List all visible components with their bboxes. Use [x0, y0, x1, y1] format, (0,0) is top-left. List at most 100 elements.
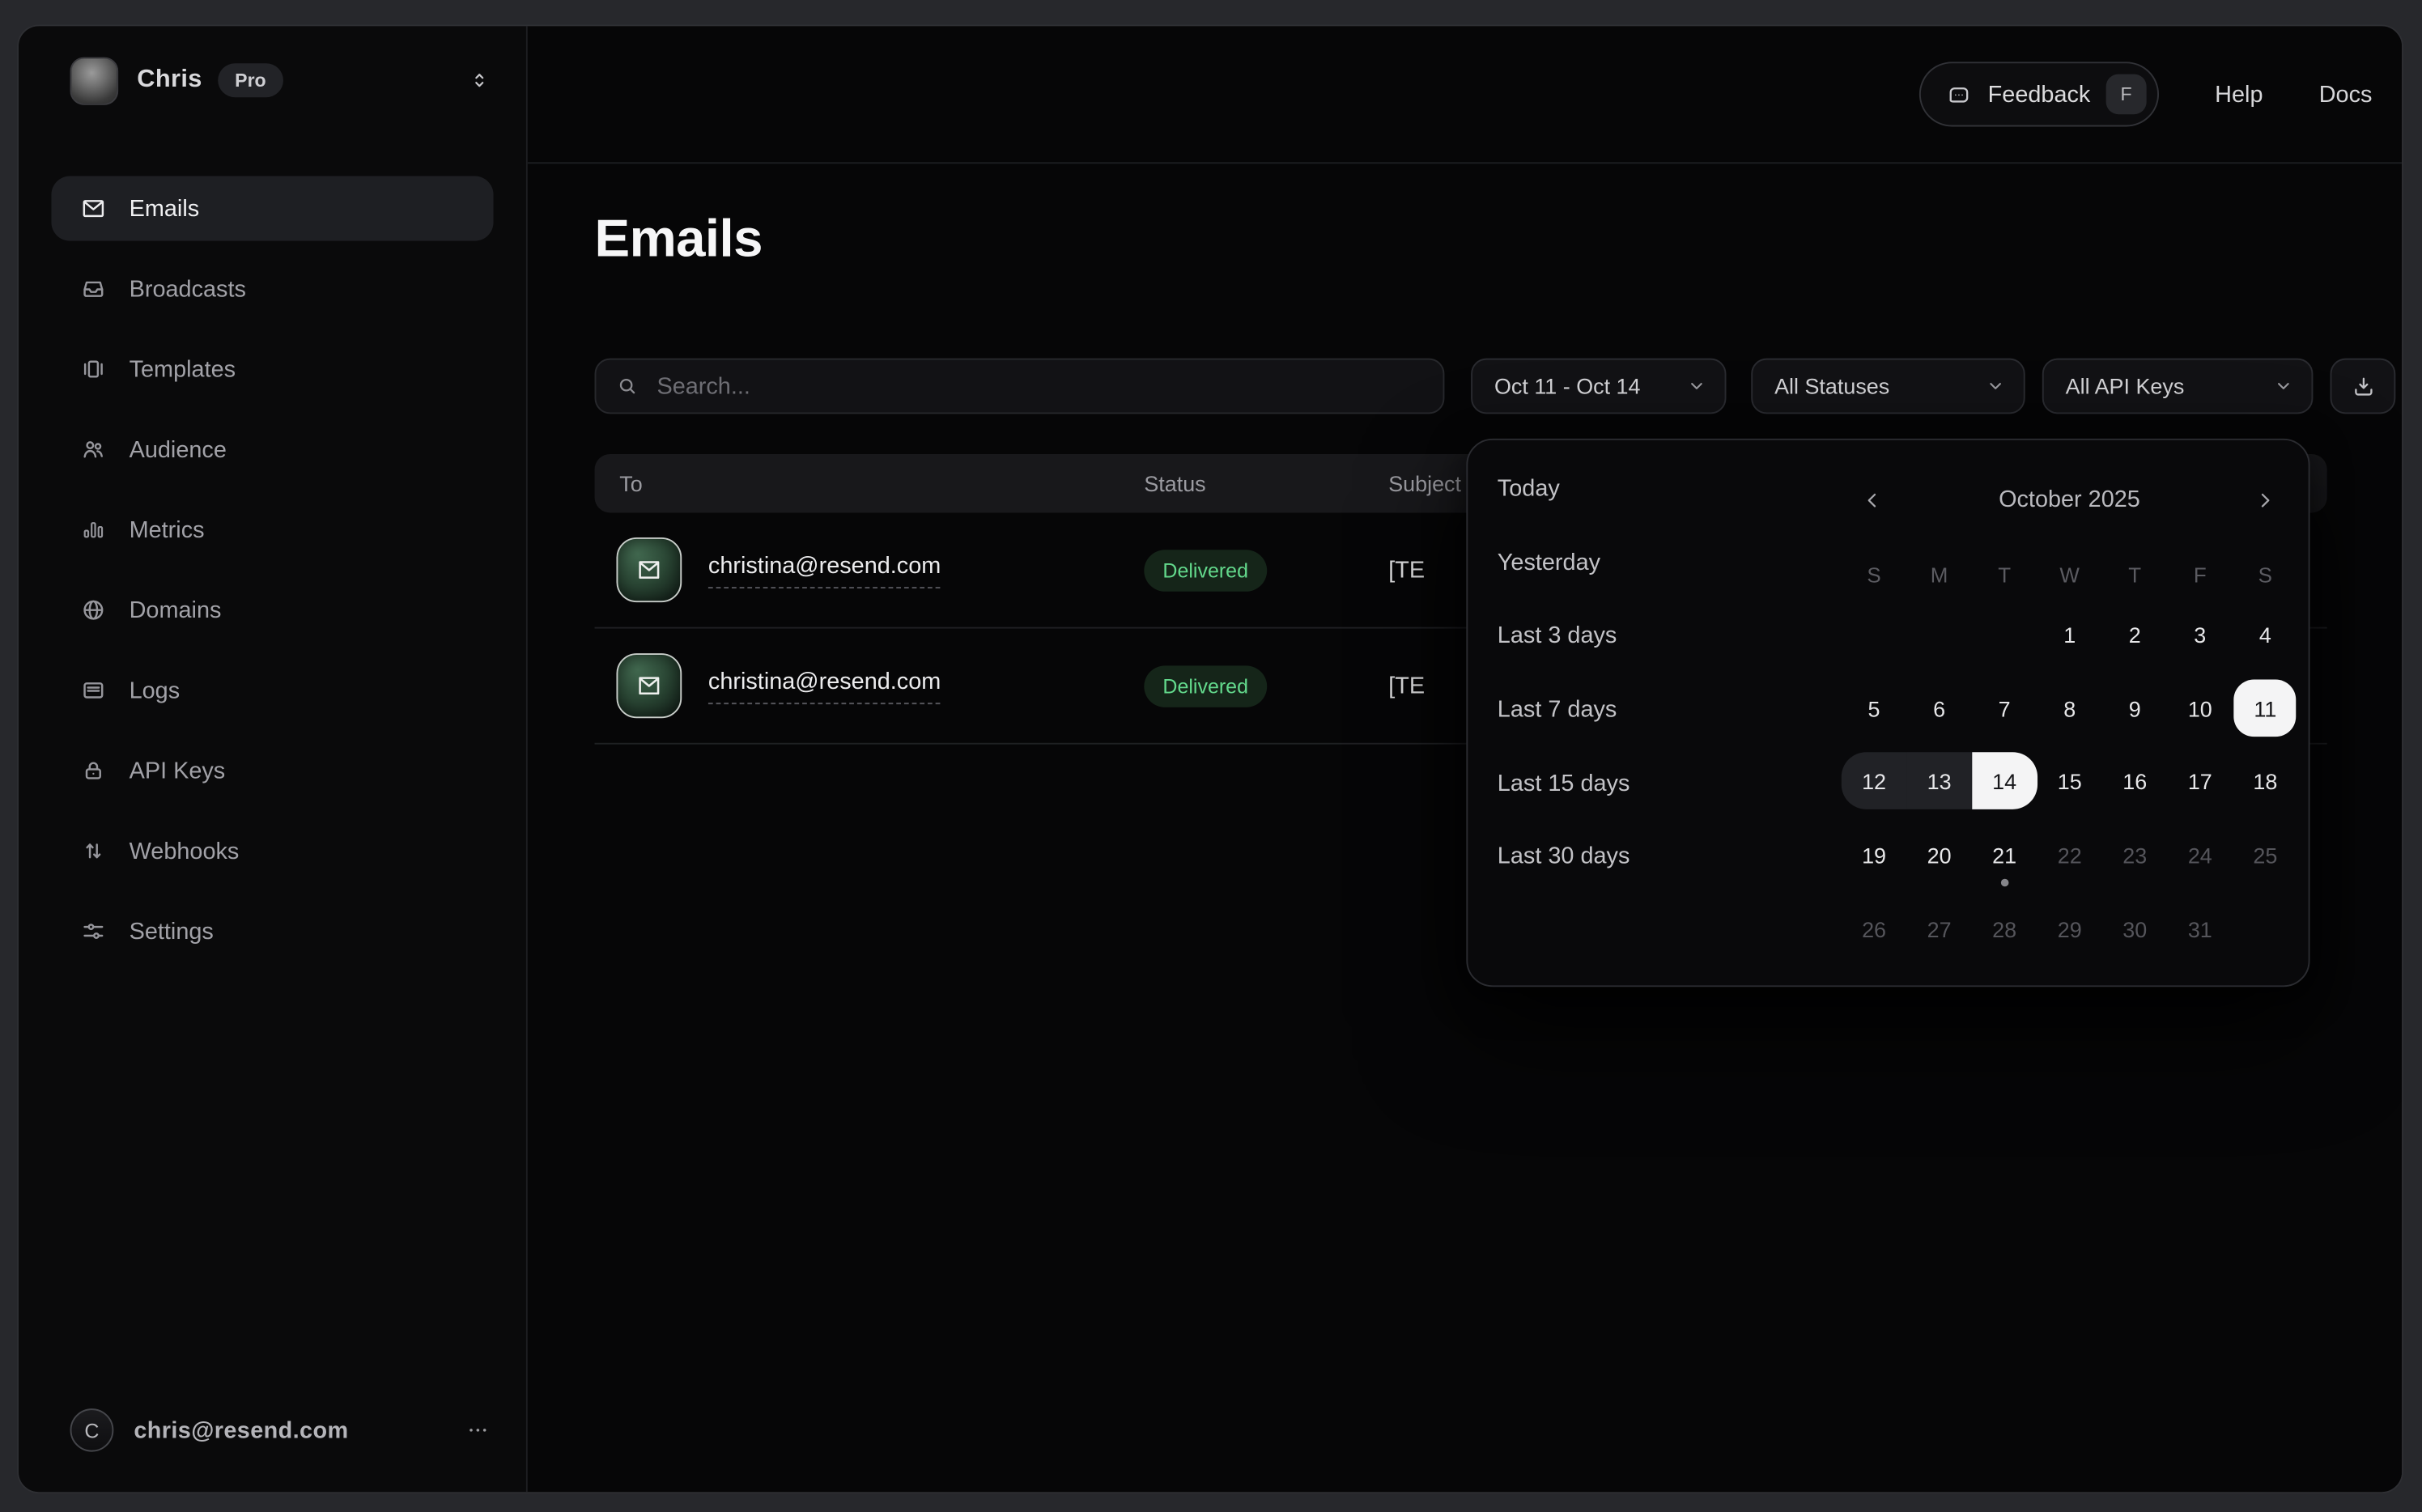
sidebar-item-settings[interactable]: Settings — [51, 898, 493, 963]
sidebar: Chris Pro Emails Broadcasts Templates — [19, 26, 528, 1492]
list-card-icon — [79, 677, 108, 704]
calendar-day[interactable]: 11 — [2233, 671, 2298, 745]
search-box[interactable] — [595, 359, 1445, 414]
date-range-value: Oct 11 - Oct 14 — [1494, 374, 1641, 399]
users-icon — [79, 435, 108, 463]
recipient-email: christina@resend.com — [708, 552, 941, 588]
export-button[interactable] — [2331, 359, 2396, 414]
plan-badge: Pro — [218, 63, 283, 97]
calendar-day[interactable]: 6 — [1906, 671, 1972, 745]
calendar-weekday: M — [1906, 554, 1972, 595]
docs-link[interactable]: Docs — [2319, 81, 2373, 107]
calendar-day — [1972, 597, 2037, 671]
sidebar-item-metrics[interactable]: Metrics — [51, 497, 493, 562]
sidebar-item-templates[interactable]: Templates — [51, 337, 493, 401]
app-window: Chris Pro Emails Broadcasts Templates — [17, 25, 2403, 1494]
api-key-filter[interactable]: All API Keys — [2042, 359, 2314, 414]
sidebar-item-label: Domains — [130, 597, 222, 622]
calendar-preset[interactable]: Last 30 days — [1498, 844, 1809, 877]
calendar-day: 25 — [2233, 818, 2298, 892]
date-presets: Today Yesterday Last 3 days Last 7 days Last… — [1498, 476, 1809, 918]
next-month-button[interactable] — [2243, 479, 2287, 522]
sidebar-item-audience[interactable]: Audience — [51, 417, 493, 482]
calendar-day[interactable]: 19 — [1842, 818, 1907, 892]
calendar-preset[interactable]: Last 7 days — [1498, 697, 1809, 729]
calendar-day: 28 — [1972, 892, 2037, 966]
account-row[interactable]: C chris@resend.com — [70, 1408, 491, 1451]
calendar-day[interactable]: 2 — [2102, 597, 2168, 671]
email-envelope-icon — [616, 537, 682, 602]
calendar-day[interactable]: 5 — [1842, 671, 1907, 745]
calendar-weekday: T — [1972, 554, 2037, 595]
calendar-day[interactable]: 18 — [2233, 745, 2298, 818]
sidebar-item-emails[interactable]: Emails — [51, 176, 493, 241]
user-avatar — [70, 57, 119, 104]
help-link[interactable]: Help — [2215, 81, 2263, 107]
calendar-day: 31 — [2168, 892, 2233, 966]
carousel-icon — [79, 355, 108, 383]
feedback-label: Feedback — [1988, 81, 2091, 107]
sidebar-item-label: Metrics — [130, 516, 205, 542]
email-envelope-icon — [616, 653, 682, 718]
calendar-day[interactable]: 14 — [1972, 745, 2037, 818]
column-header-to: To — [595, 471, 1145, 496]
sidebar-item-label: Audience — [130, 436, 227, 462]
date-range-filter[interactable]: Oct 11 - Oct 14 — [1471, 359, 1726, 414]
calendar-day[interactable]: 8 — [2037, 671, 2102, 745]
envelope-icon — [79, 194, 108, 222]
calendar-day[interactable]: 7 — [1972, 671, 2037, 745]
sidebar-item-label: Emails — [130, 195, 200, 221]
more-options-icon[interactable] — [465, 1418, 491, 1443]
calendar-day[interactable]: 16 — [2102, 745, 2168, 818]
calendar-day[interactable]: 10 — [2168, 671, 2233, 745]
api-key-filter-value: All API Keys — [2066, 374, 2185, 399]
calendar-day: 26 — [1842, 892, 1907, 966]
calendar-day[interactable]: 12 — [1842, 745, 1907, 818]
calendar-preset[interactable]: Last 15 days — [1498, 771, 1809, 803]
calendar-day[interactable]: 3 — [2168, 597, 2233, 671]
desktop-frame: Chris Pro Emails Broadcasts Templates — [0, 0, 2422, 1512]
sidebar-item-logs[interactable]: Logs — [51, 658, 493, 723]
date-range-popover: Today Yesterday Last 3 days Last 7 days Last… — [1466, 439, 2309, 987]
status-filter[interactable]: All Statuses — [1751, 359, 2025, 414]
chevron-down-icon — [1687, 377, 1706, 396]
calendar-day: 29 — [2037, 892, 2102, 966]
sidebar-item-broadcasts[interactable]: Broadcasts — [51, 257, 493, 321]
calendar-grid: 1234567891011121314151617181920212223242… — [1842, 597, 2298, 966]
calendar-day[interactable]: 17 — [2168, 745, 2233, 818]
sidebar-item-api-keys[interactable]: API Keys — [51, 738, 493, 803]
arrows-up-down-icon — [79, 837, 108, 864]
calendar-preset[interactable]: Last 3 days — [1498, 623, 1809, 656]
search-input[interactable] — [656, 373, 1424, 399]
calendar-day — [2233, 892, 2298, 966]
sidebar-item-domains[interactable]: Domains — [51, 578, 493, 643]
previous-month-button[interactable] — [1850, 479, 1894, 522]
sidebar-item-label: Templates — [130, 356, 236, 382]
calendar-weekday: S — [2233, 554, 2298, 595]
workspace-switcher[interactable]: Chris Pro — [70, 56, 491, 105]
calendar-day[interactable]: 15 — [2037, 745, 2102, 818]
status-badge: Delivered — [1144, 665, 1267, 707]
chat-bubble-icon — [1946, 81, 1973, 107]
globe-icon — [79, 597, 108, 624]
bar-chart-icon — [79, 516, 108, 543]
calendar-day[interactable]: 13 — [1906, 745, 1972, 818]
sidebar-item-label: Webhooks — [130, 838, 240, 864]
calendar-day — [1842, 597, 1907, 671]
calendar-day[interactable]: 21 — [1972, 818, 2037, 892]
calendar-day[interactable]: 9 — [2102, 671, 2168, 745]
feedback-button[interactable]: Feedback F — [1919, 62, 2159, 126]
search-icon — [615, 374, 640, 399]
account-avatar: C — [70, 1408, 114, 1451]
sidebar-item-webhooks[interactable]: Webhooks — [51, 818, 493, 883]
calendar-preset[interactable]: Today — [1498, 476, 1809, 508]
sidebar-item-label: Broadcasts — [130, 276, 246, 302]
topbar: Feedback F Help Docs — [528, 26, 2402, 164]
calendar-day[interactable]: 4 — [2233, 597, 2298, 671]
filters-row: Oct 11 - Oct 14 All Statuses All API Key… — [528, 359, 2402, 414]
calendar-weekday: S — [1842, 554, 1907, 595]
calendar-day[interactable]: 20 — [1906, 818, 1972, 892]
calendar-preset[interactable]: Yesterday — [1498, 550, 1809, 582]
calendar-day[interactable]: 1 — [2037, 597, 2102, 671]
chevron-down-icon — [2274, 377, 2292, 396]
